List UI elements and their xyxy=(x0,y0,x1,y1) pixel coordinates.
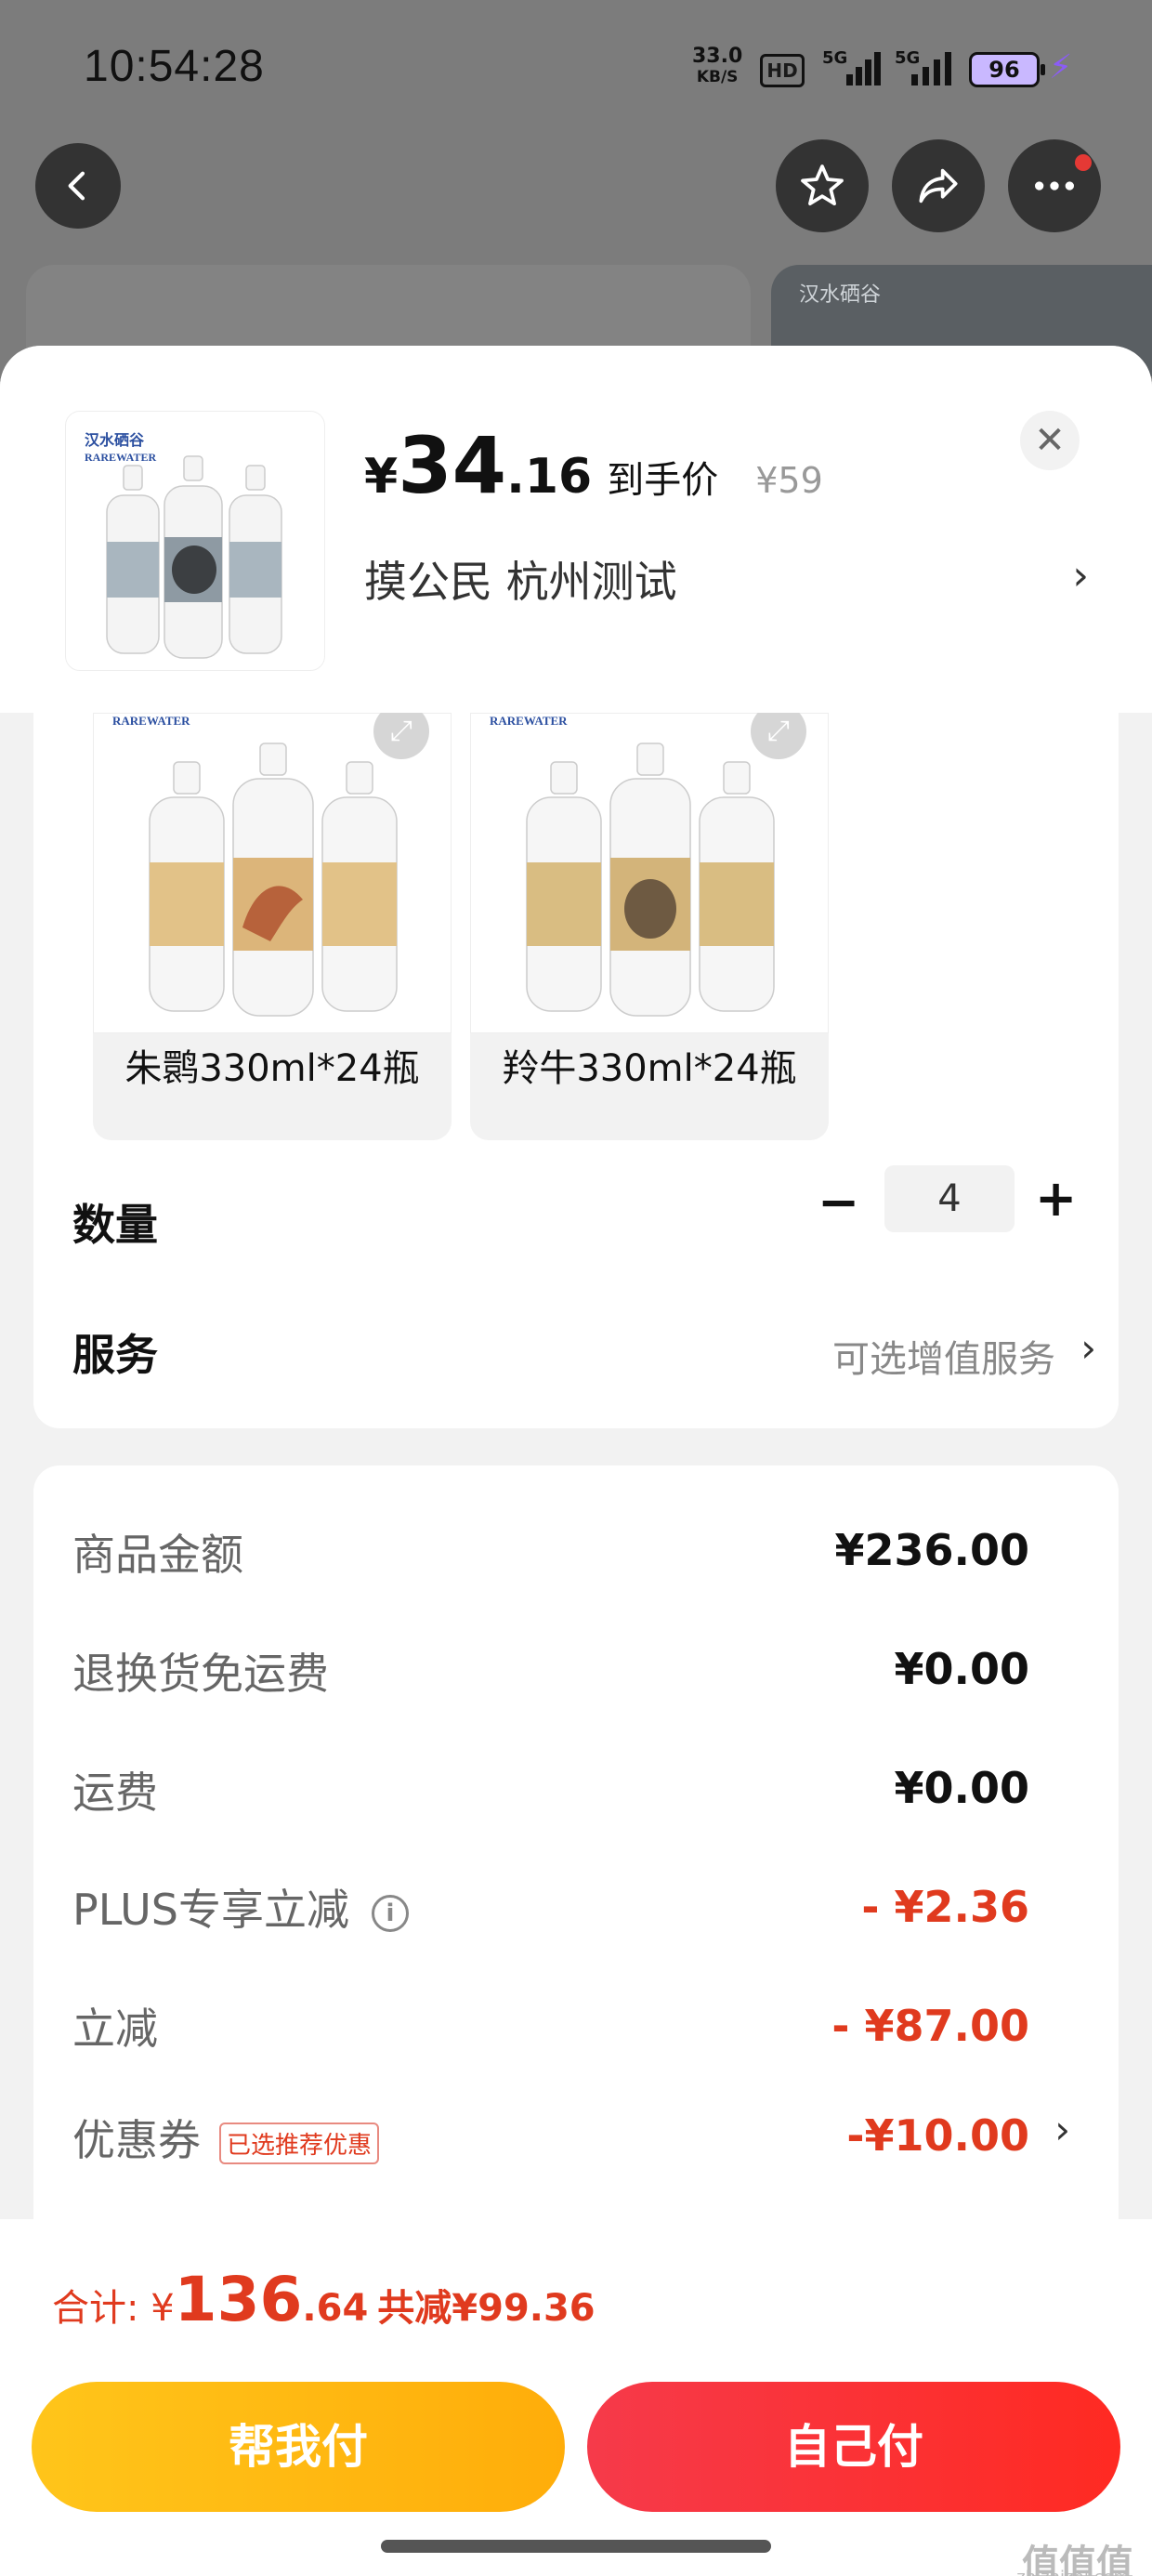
delivery-address[interactable]: 摸公民 杭州测试 xyxy=(364,548,677,610)
notification-dot xyxy=(1075,154,1092,171)
more-icon xyxy=(1035,181,1074,191)
sku-brand: RAREWATER xyxy=(490,714,568,728)
quantity-increase-button[interactable]: + xyxy=(1035,1169,1077,1228)
service-label: 服务 xyxy=(72,1330,158,1380)
chevron-right-icon[interactable]: › xyxy=(1072,552,1089,599)
checkout-footer: 合计: ¥136.64共减¥99.36 帮我付 自己付 值值值 zhizhizh… xyxy=(0,2219,1152,2576)
home-indicator[interactable] xyxy=(381,2540,771,2553)
price-integer: 34 xyxy=(398,420,507,511)
sku-name: 朱鹮330ml*24瓶 xyxy=(124,1047,420,1090)
coupon-tag: 已选推荐优惠 xyxy=(219,2123,380,2164)
goods-amount-value: ¥236.00 xyxy=(834,1525,1029,1575)
background-brand: 汉水硒谷 xyxy=(799,283,882,307)
watermark-url: zhizhizhi.com xyxy=(1016,2568,1130,2576)
plus-discount-value: - ¥2.36 xyxy=(861,1882,1029,1932)
sku-image: RAREWATER xyxy=(93,713,452,1033)
total-saved: 共减¥99.36 xyxy=(377,2287,596,2330)
sku-option[interactable]: RAREWATER ⤢ 羚牛330ml*24瓶 xyxy=(470,713,829,1140)
plus-discount-label: PLUS专享立减 xyxy=(72,1885,349,1935)
chevron-right-icon[interactable]: › xyxy=(1080,1325,1096,1371)
quantity-label: 数量 xyxy=(72,1200,158,1250)
price-currency: ¥ xyxy=(364,449,399,505)
pay-myself-button[interactable]: 自己付 xyxy=(587,2382,1120,2512)
shipping-label: 运费 xyxy=(72,1768,158,1818)
sheet-header: 汉水硒谷 RAREWATER ¥34.16 到手价 ¥59 摸公民 杭州测试 ›… xyxy=(0,346,1152,713)
service-option[interactable]: 可选增值服务 xyxy=(832,1329,1055,1383)
sku-name: 羚牛330ml*24瓶 xyxy=(502,1047,797,1090)
sku-bottles-image xyxy=(149,743,398,1017)
sim2-label: 5G xyxy=(895,48,921,68)
total-integer: 136 xyxy=(174,2264,303,2335)
price-label: 到手价 xyxy=(607,459,719,502)
quantity-input[interactable]: 4 xyxy=(884,1165,1015,1232)
coupon-row[interactable]: 优惠券 已选推荐优惠 xyxy=(72,2107,380,2168)
back-button[interactable] xyxy=(35,143,121,229)
favorite-button[interactable] xyxy=(776,139,869,232)
quantity-decrease-button[interactable]: − xyxy=(818,1173,859,1231)
coupon-value[interactable]: -¥10.00 xyxy=(846,2110,1029,2161)
return-shipping-label: 退换货免运费 xyxy=(72,1649,329,1699)
product-thumbnail: 汉水硒谷 RAREWATER xyxy=(65,411,325,671)
close-button[interactable]: ✕ xyxy=(1020,411,1080,470)
sku-brand: RAREWATER xyxy=(112,714,190,728)
signal-icon: 5G xyxy=(822,48,881,85)
more-button[interactable] xyxy=(1008,139,1101,232)
chevron-right-icon[interactable]: › xyxy=(1054,2107,1070,2152)
share-icon xyxy=(919,168,958,204)
total-label: 合计: ¥ xyxy=(52,2287,175,2330)
price-decimal: .16 xyxy=(506,449,593,505)
battery-icon: 96 xyxy=(969,52,1045,87)
plus-discount-row: PLUS专享立减 i xyxy=(72,1876,409,1938)
original-price: ¥59 xyxy=(755,460,823,501)
spec-panel: RAREWATER ⤢ 朱鹮330ml*24瓶 RAREWATER ⤢ 羚牛33… xyxy=(33,713,1119,1428)
status-bar: 10:54:28 33.0 KB/S HD 5G 5G 96 ⚡ xyxy=(0,0,1152,139)
instant-discount-label: 立减 xyxy=(72,2004,158,2054)
coupon-label: 优惠券 xyxy=(72,2115,201,2165)
total-price: 合计: ¥136.64 共减¥99.36 xyxy=(52,2264,596,2335)
sim1-label: 5G xyxy=(822,48,848,68)
hd-icon: HD xyxy=(760,54,805,87)
sku-image: RAREWATER xyxy=(470,713,829,1033)
sku-bottles-image xyxy=(526,743,775,1017)
sku-option[interactable]: RAREWATER ⤢ 朱鹮330ml*24瓶 xyxy=(93,713,452,1140)
signal-icon-2: 5G xyxy=(895,48,952,85)
return-shipping-value: ¥0.00 xyxy=(894,1644,1029,1694)
instant-discount-value: - ¥87.00 xyxy=(831,2001,1029,2051)
star-icon xyxy=(801,164,844,205)
shipping-value: ¥0.00 xyxy=(894,1763,1029,1813)
total-decimal: .64 xyxy=(302,2287,369,2330)
clock: 10:54:28 xyxy=(84,42,265,91)
chevron-left-icon xyxy=(68,171,85,201)
help-me-pay-button[interactable]: 帮我付 xyxy=(32,2382,565,2512)
price-block: ¥34.16 到手价 ¥59 xyxy=(364,420,823,511)
share-button[interactable] xyxy=(892,139,985,232)
network-speed-value: 33.0 xyxy=(692,45,743,68)
network-speed-unit: KB/S xyxy=(696,68,739,86)
goods-amount-label: 商品金额 xyxy=(72,1530,243,1580)
charging-icon: ⚡ xyxy=(1049,48,1073,86)
info-icon[interactable]: i xyxy=(371,1894,409,1932)
product-bottles-image xyxy=(106,455,282,659)
close-icon: ✕ xyxy=(1034,419,1066,462)
network-speed: 33.0 KB/S xyxy=(692,46,742,87)
